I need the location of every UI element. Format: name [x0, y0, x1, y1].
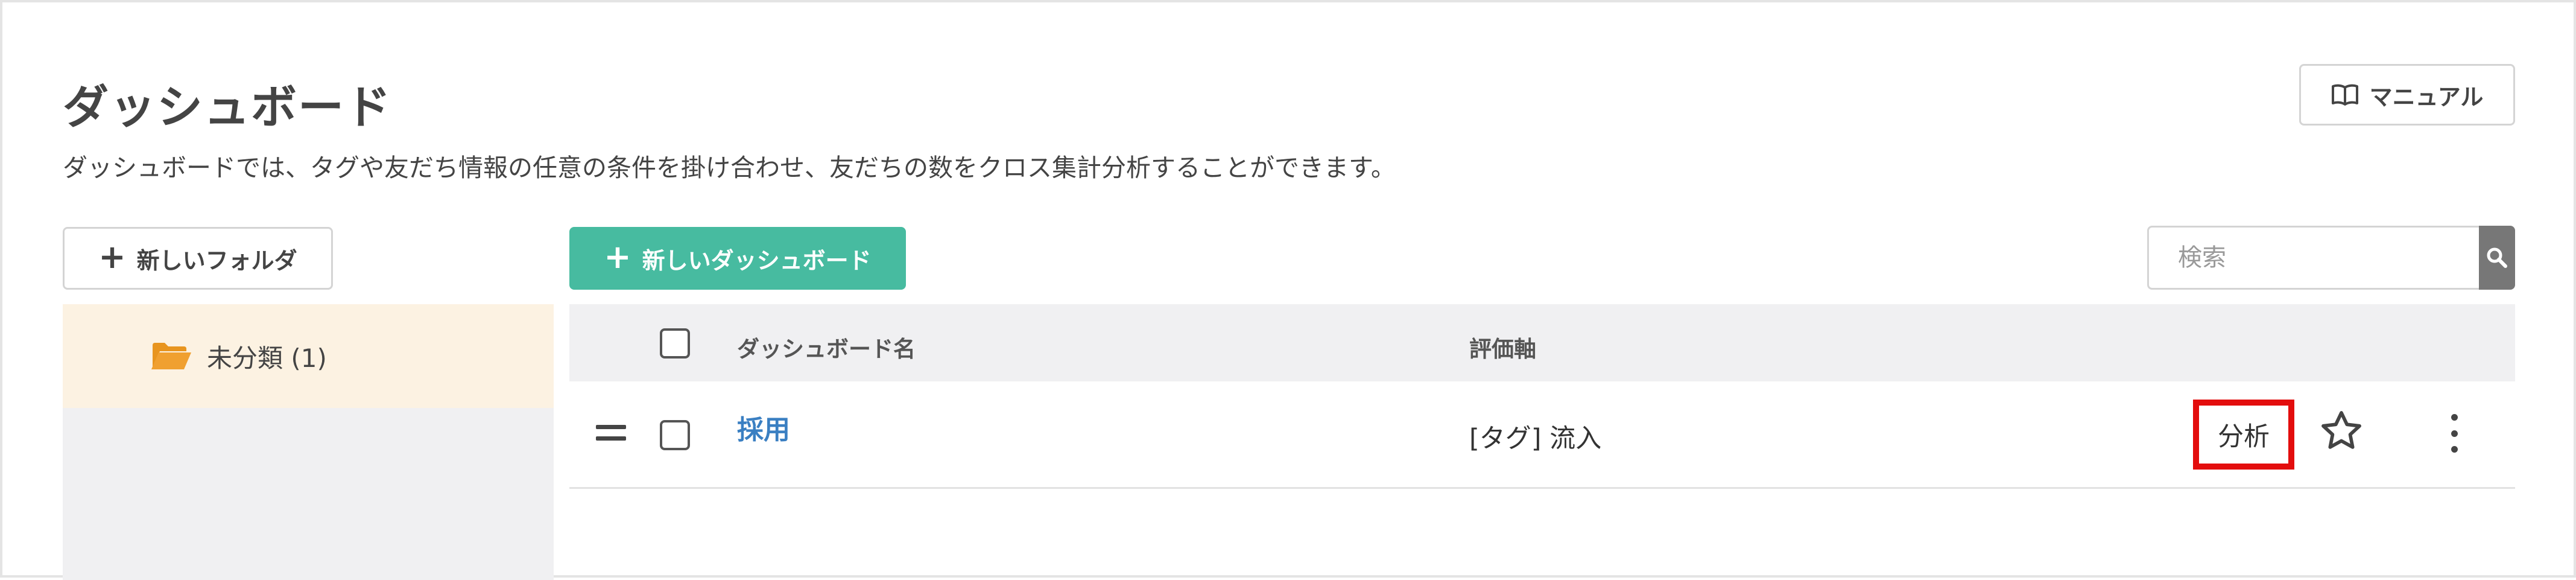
plus-icon: +	[604, 238, 631, 276]
analyze-button[interactable]: 分析	[2193, 400, 2294, 470]
app-frame: ダッシュボード ダッシュボードでは、タグや友だち情報の任意の条件を掛け合わせ、友…	[0, 0, 2576, 580]
row-checkbox[interactable]	[660, 420, 690, 450]
more-options-icon[interactable]	[2445, 409, 2463, 457]
column-header-name: ダッシュボード名	[737, 336, 916, 362]
select-all-checkbox[interactable]	[660, 328, 690, 359]
folder-open-icon	[151, 343, 191, 369]
book-icon	[2331, 84, 2358, 106]
dashboard-name-link[interactable]: 採用	[737, 408, 790, 447]
new-folder-button[interactable]: + 新しいフォルダ	[63, 227, 333, 290]
new-dashboard-button[interactable]: + 新しいダッシュボード	[569, 227, 906, 290]
search-box	[2147, 226, 2515, 290]
search-button[interactable]	[2479, 226, 2515, 290]
star-icon[interactable]	[2318, 408, 2364, 454]
new-dashboard-label: 新しいダッシュボード	[642, 247, 872, 274]
table-header: ダッシュボード名 評価軸	[569, 304, 2515, 381]
evaluation-axis: [タグ] 流入	[1469, 424, 1602, 454]
table-row: 採用 [タグ] 流入 分析	[569, 381, 2515, 489]
folder-label: 未分類 (1)	[207, 343, 327, 373]
manual-button[interactable]: マニュアル	[2299, 64, 2515, 126]
search-input[interactable]	[2147, 226, 2479, 290]
folder-item-uncategorized[interactable]: 未分類 (1)	[63, 304, 554, 408]
magnifier-icon	[2487, 247, 2507, 268]
drag-handle-icon[interactable]	[596, 425, 626, 443]
page-title: ダッシュボード	[63, 80, 392, 134]
column-header-axis: 評価軸	[1469, 336, 1536, 362]
plus-icon: +	[98, 238, 126, 276]
page-description: ダッシュボードでは、タグや友だち情報の任意の条件を掛け合わせ、友だちの数をクロス…	[63, 153, 1396, 182]
folder-sidebar: 未分類 (1)	[63, 304, 554, 580]
new-folder-label: 新しいフォルダ	[136, 247, 297, 274]
manual-button-label: マニュアル	[2369, 83, 2484, 110]
